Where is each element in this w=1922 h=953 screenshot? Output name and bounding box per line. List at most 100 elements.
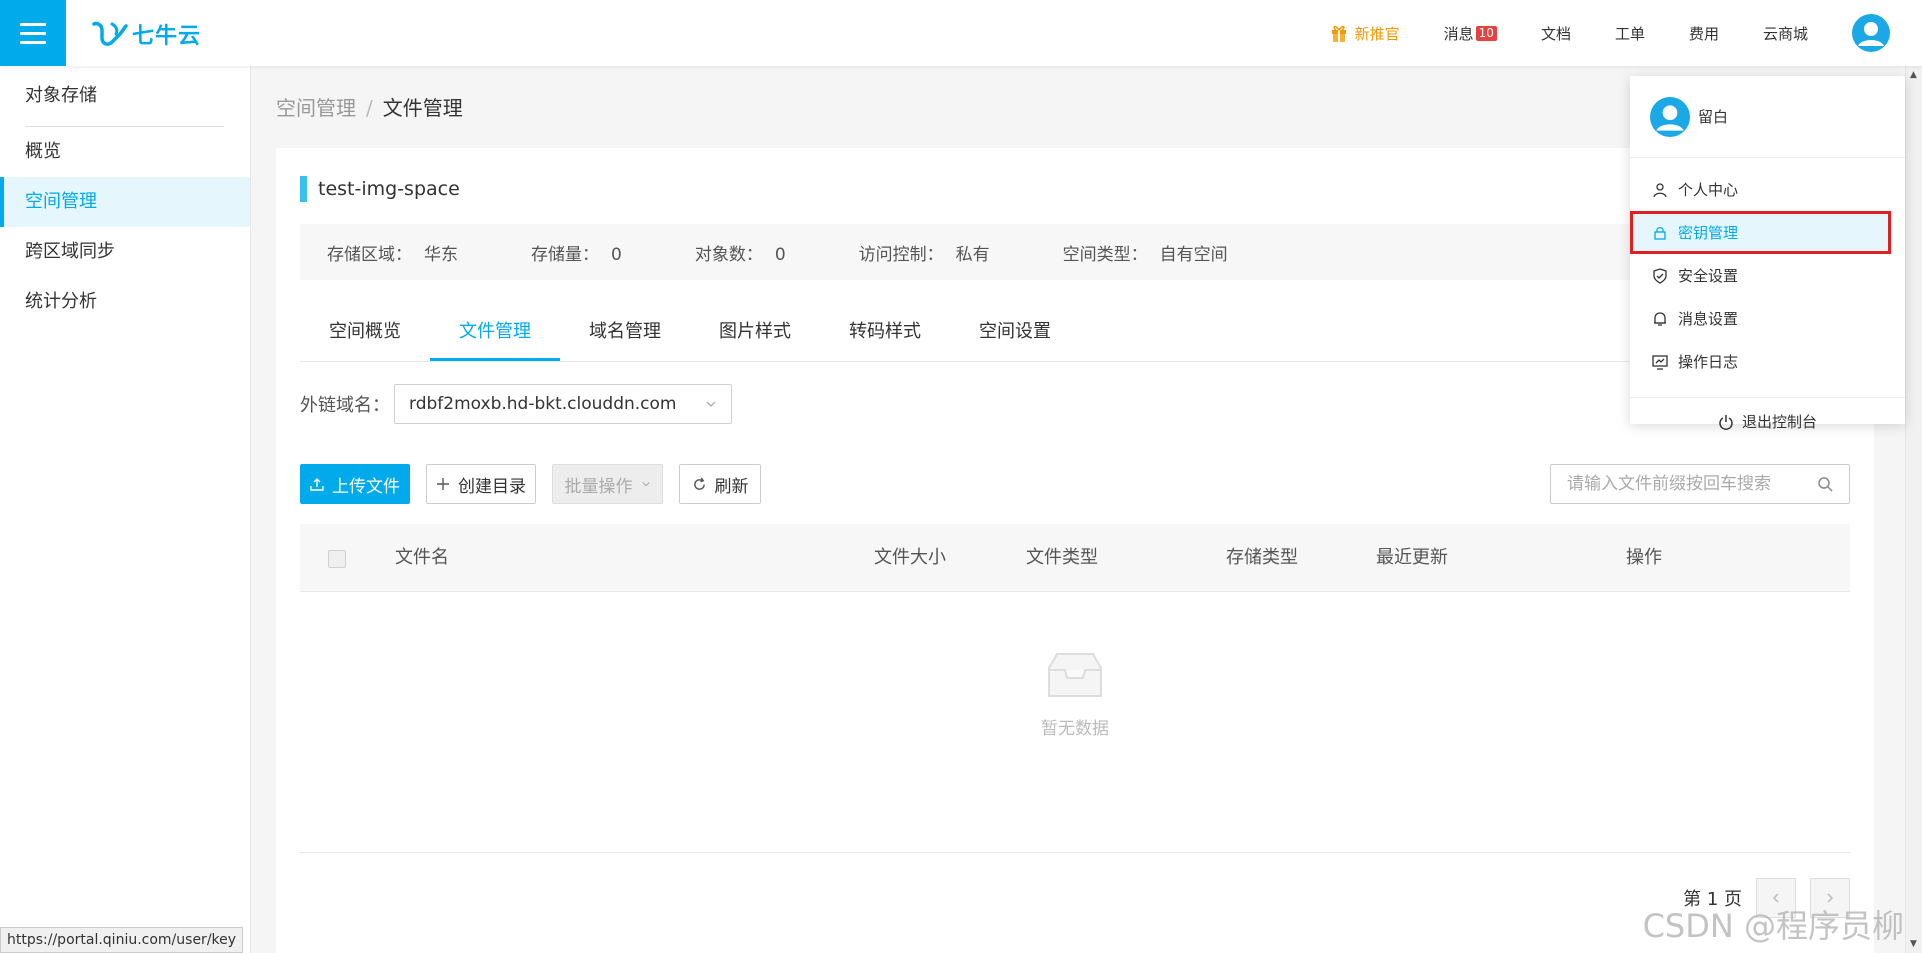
file-table-header: 文件名 文件大小 文件类型 存储类型 最近更新 操作 bbox=[300, 524, 1850, 592]
sidebar: 对象存储 概览 空间管理 跨区域同步 统计分析 bbox=[0, 66, 251, 953]
tab-space-overview[interactable]: 空间概览 bbox=[300, 306, 430, 361]
batch-operations-button[interactable]: 批量操作 bbox=[552, 464, 663, 504]
dropdown-user-header: 留白 bbox=[1630, 76, 1905, 158]
upload-icon bbox=[310, 478, 324, 491]
scroll-down-arrow-icon[interactable]: ▼ bbox=[1910, 939, 1917, 949]
chevron-down-icon bbox=[706, 401, 716, 407]
domain-value: rdbf2moxb.hd-bkt.clouddn.com bbox=[409, 394, 677, 414]
menu-item-label: 消息设置 bbox=[1678, 310, 1739, 328]
browser-status-url: https://portal.qiniu.com/user/key bbox=[0, 927, 244, 953]
top-navigation: 新推官 消息 10 文档 工单 费用 云商城 bbox=[1331, 0, 1922, 66]
column-file-type: 文件类型 bbox=[1026, 547, 1098, 568]
bucket-name: test-img-space bbox=[318, 178, 460, 200]
select-all-checkbox[interactable] bbox=[328, 550, 346, 568]
info-type-key: 空间类型： bbox=[1062, 244, 1148, 265]
empty-state: 暂无数据 bbox=[300, 648, 1850, 739]
file-search-box bbox=[1550, 464, 1850, 504]
brand-logo[interactable]: 七牛云 bbox=[92, 18, 201, 50]
refresh-button[interactable]: 刷新 bbox=[679, 464, 761, 504]
column-file-size: 文件大小 bbox=[874, 547, 946, 568]
info-region-key: 存储区域： bbox=[327, 244, 412, 265]
scroll-up-arrow-icon[interactable]: ▲ bbox=[1910, 70, 1917, 80]
promo-link[interactable]: 新推官 bbox=[1331, 23, 1400, 44]
docs-link[interactable]: 文档 bbox=[1541, 23, 1571, 44]
menu-item-key-management[interactable]: 密钥管理 bbox=[1630, 211, 1891, 254]
file-search-input[interactable] bbox=[1567, 474, 1807, 494]
title-accent-bar bbox=[300, 176, 307, 202]
info-storage-value: 0 bbox=[611, 244, 622, 265]
info-objects: 对象数： 0 bbox=[695, 240, 786, 265]
sidebar-item-statistics[interactable]: 统计分析 bbox=[0, 277, 250, 327]
market-link[interactable]: 云商城 bbox=[1763, 23, 1808, 44]
column-filename: 文件名 bbox=[395, 547, 449, 568]
logout-label: 退出控制台 bbox=[1741, 413, 1817, 431]
upload-button[interactable]: 上传文件 bbox=[300, 464, 410, 504]
batch-operations-label: 批量操作 bbox=[564, 476, 633, 497]
info-region-value: 华东 bbox=[424, 244, 458, 265]
tab-image-styles[interactable]: 图片样式 bbox=[690, 306, 820, 361]
menu-item-operation-log[interactable]: 操作日志 bbox=[1630, 340, 1905, 383]
info-access-key: 访问控制： bbox=[858, 244, 944, 265]
plus-icon bbox=[437, 478, 449, 490]
domain-select[interactable]: rdbf2moxb.hd-bkt.clouddn.com bbox=[394, 384, 732, 424]
bucket-title: test-img-space bbox=[300, 176, 460, 202]
file-toolbar: 上传文件 创建目录 批量操作 刷新 bbox=[300, 464, 1850, 504]
column-actions: 操作 bbox=[1626, 547, 1662, 568]
sidebar-item-space-management[interactable]: 空间管理 bbox=[0, 177, 250, 227]
user-avatar-icon[interactable] bbox=[1852, 14, 1890, 52]
breadcrumb-parent[interactable]: 空间管理 bbox=[276, 96, 356, 120]
bucket-info-bar: 存储区域： 华东 存储量： 0 对象数： 0 访问控制： 私有 空间类型： 自有空间 bbox=[300, 224, 1850, 280]
user-dropdown-menu: 留白 个人中心 密钥管理 安全设置 消息设置 操作日志 退出控制台 bbox=[1630, 76, 1905, 431]
space-tabs: 空间概览 文件管理 域名管理 图片样式 转码样式 空间设置 bbox=[300, 306, 1850, 362]
ticket-link[interactable]: 工单 bbox=[1615, 23, 1645, 44]
info-objects-value: 0 bbox=[774, 244, 786, 265]
column-last-updated: 最近更新 bbox=[1376, 547, 1448, 568]
info-type: 空间类型： 自有空间 bbox=[1063, 240, 1228, 265]
menu-item-label: 操作日志 bbox=[1678, 353, 1739, 371]
tab-file-management[interactable]: 文件管理 bbox=[430, 306, 560, 361]
tab-domain-management[interactable]: 域名管理 bbox=[560, 306, 690, 361]
sidebar-item-cross-region-sync[interactable]: 跨区域同步 bbox=[0, 227, 250, 277]
dropdown-avatar-icon bbox=[1650, 96, 1690, 137]
menu-item-label: 个人中心 bbox=[1678, 181, 1739, 199]
shield-icon bbox=[1653, 267, 1667, 284]
menu-item-personal-center[interactable]: 个人中心 bbox=[1630, 168, 1905, 211]
logout-button[interactable]: 退出控制台 bbox=[1630, 397, 1905, 445]
menu-item-message-settings[interactable]: 消息设置 bbox=[1630, 297, 1905, 340]
info-objects-key: 对象数： bbox=[694, 244, 763, 265]
hamburger-menu-button[interactable] bbox=[0, 0, 66, 66]
menu-item-label: 密钥管理 bbox=[1678, 224, 1739, 242]
log-icon bbox=[1652, 354, 1668, 370]
tab-space-settings[interactable]: 空间设置 bbox=[950, 306, 1080, 361]
promo-label: 新推官 bbox=[1354, 24, 1400, 43]
sidebar-item-overview[interactable]: 概览 bbox=[0, 127, 250, 177]
domain-row: 外链域名： rdbf2moxb.hd-bkt.clouddn.com bbox=[300, 384, 732, 424]
info-storage-key: 存储量： bbox=[531, 244, 599, 265]
create-directory-button[interactable]: 创建目录 bbox=[426, 464, 536, 504]
create-directory-label: 创建目录 bbox=[458, 476, 526, 497]
tab-transcode-styles[interactable]: 转码样式 bbox=[820, 306, 950, 361]
refresh-icon bbox=[693, 477, 705, 490]
menu-item-security-settings[interactable]: 安全设置 bbox=[1630, 254, 1905, 297]
vertical-scrollbar[interactable]: ▲ ▼ bbox=[1905, 66, 1922, 953]
dropdown-username: 留白 bbox=[1698, 108, 1729, 126]
top-bar: 七牛云 新推官 消息 10 文档 工单 费用 云商城 bbox=[0, 0, 1922, 66]
chevron-down-icon bbox=[641, 481, 650, 487]
info-access-value: 私有 bbox=[955, 244, 990, 265]
message-count-badge: 10 bbox=[1475, 25, 1497, 41]
qiniu-logo-icon bbox=[92, 21, 128, 46]
messages-link[interactable]: 消息 10 bbox=[1444, 23, 1497, 44]
gift-icon bbox=[1331, 25, 1346, 42]
upload-label: 上传文件 bbox=[332, 476, 400, 497]
bell-icon bbox=[1654, 311, 1666, 326]
table-bottom-border bbox=[300, 852, 1850, 853]
menu-item-label: 安全设置 bbox=[1678, 267, 1739, 285]
info-access: 访问控制： 私有 bbox=[859, 240, 990, 265]
search-icon[interactable] bbox=[1817, 476, 1833, 492]
brand-name: 七牛云 bbox=[132, 24, 202, 49]
empty-inbox-icon bbox=[1048, 653, 1102, 697]
info-region: 存储区域： 华东 bbox=[327, 240, 458, 265]
sidebar-title: 对象存储 bbox=[25, 85, 97, 106]
column-storage-type: 存储类型 bbox=[1226, 547, 1298, 568]
billing-link[interactable]: 费用 bbox=[1689, 23, 1719, 44]
